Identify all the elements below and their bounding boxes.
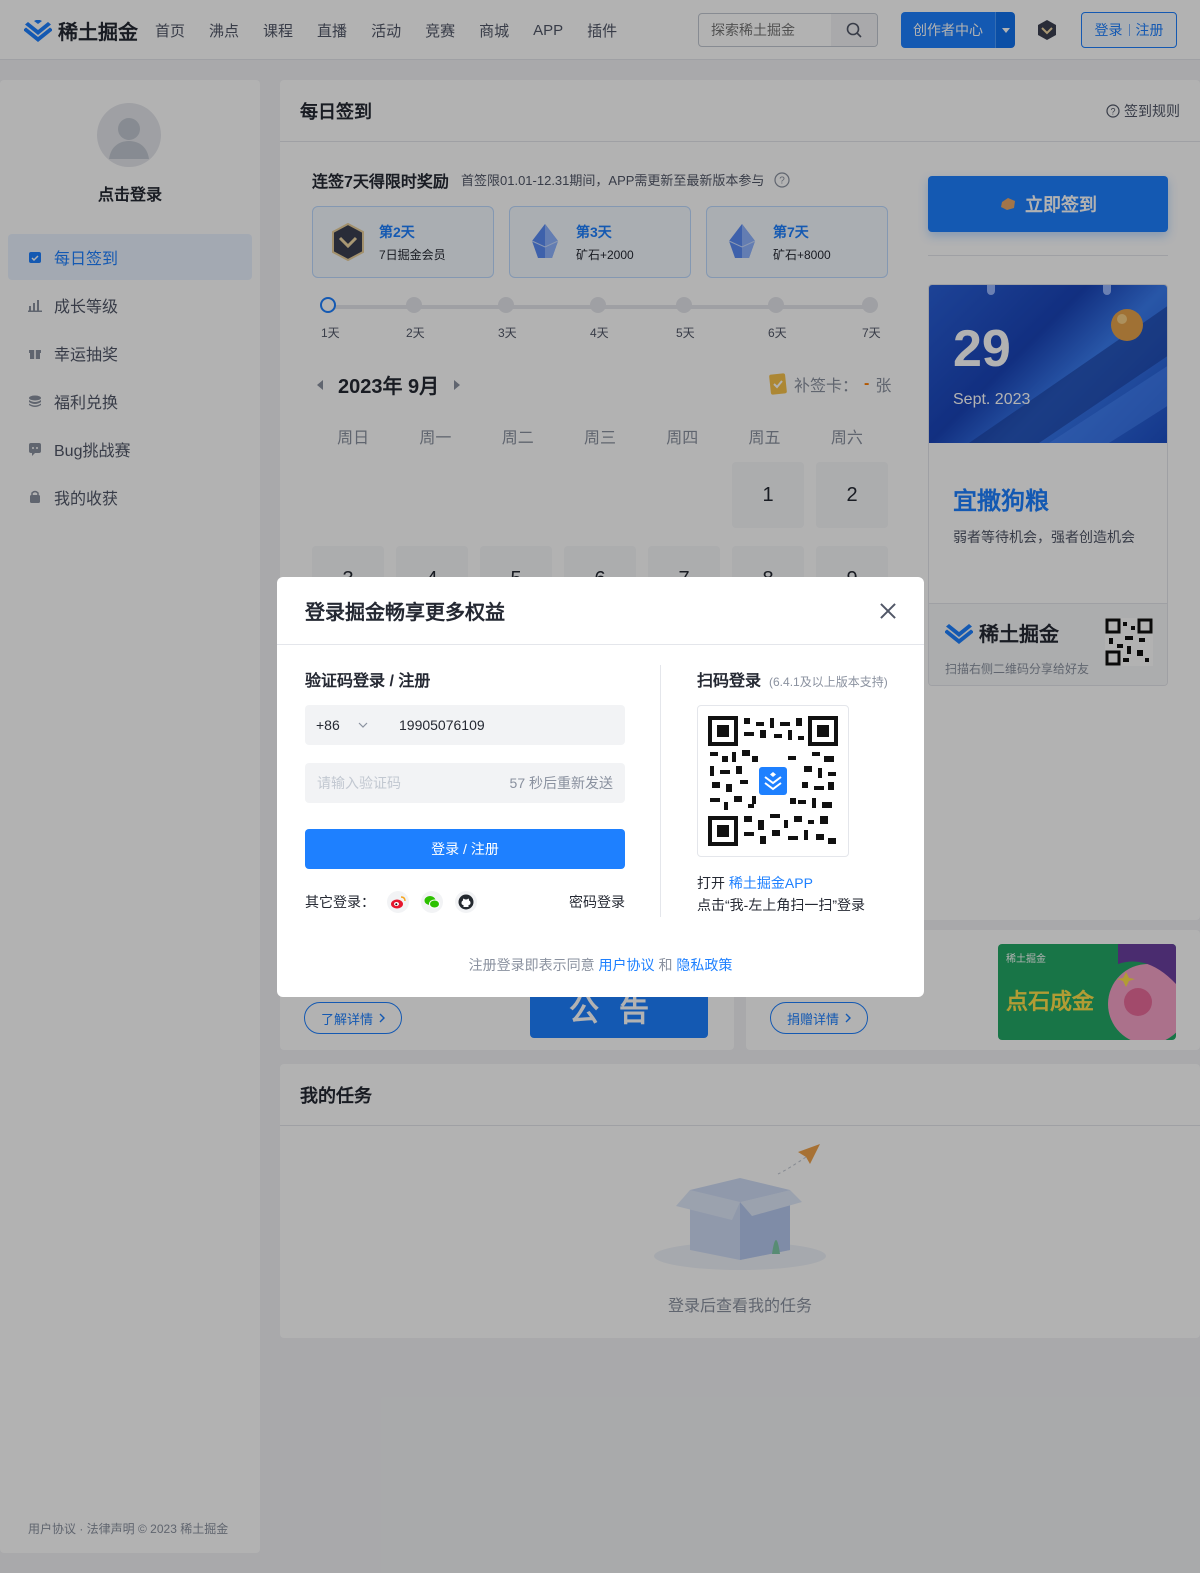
other-login-options: 其它登录：	[305, 891, 477, 913]
login-qr-code[interactable]	[697, 705, 849, 857]
agreement-line: 注册登录即表示同意 用户协议 和 隐私政策	[277, 955, 924, 975]
agree-prefix: 注册登录即表示同意	[468, 957, 595, 973]
sms-login-title: 验证码登录 / 注册	[305, 673, 431, 690]
verify-code-field: 57 秒后重新发送	[305, 763, 625, 803]
weibo-icon[interactable]	[387, 891, 409, 913]
login-modal: 登录掘金畅享更多权益 验证码登录 / 注册 +86 57 秒后重新发送 登录 /…	[277, 577, 924, 997]
other-login-row: 其它登录： 密码登录	[305, 891, 625, 913]
area-code-select[interactable]: +86	[305, 717, 387, 733]
wechat-icon[interactable]	[421, 891, 443, 913]
vertical-divider	[660, 665, 661, 917]
other-login-label: 其它登录：	[305, 894, 375, 910]
login-submit-button[interactable]: 登录 / 注册	[305, 829, 625, 869]
privacy-policy-link[interactable]: 隐私政策	[676, 957, 732, 973]
resend-countdown: 57 秒后重新发送	[509, 775, 613, 791]
close-icon[interactable]	[880, 603, 896, 619]
qr-code-image	[708, 716, 838, 846]
chevron-down-icon	[358, 722, 368, 728]
agree-and: 和	[658, 957, 673, 973]
verify-code-input[interactable]	[317, 775, 487, 791]
juejin-app-link[interactable]: 稀土掘金APP	[729, 875, 813, 891]
github-icon[interactable]	[455, 891, 477, 913]
password-login-link[interactable]: 密码登录	[569, 892, 625, 912]
modal-title: 登录掘金畅享更多权益	[305, 602, 505, 624]
qr-login-label: 扫码登录	[697, 673, 762, 690]
qr-open-app: 打开 稀土掘金APP	[697, 873, 813, 893]
qr-open-prefix: 打开	[697, 875, 725, 891]
user-agreement-link[interactable]: 用户协议	[599, 957, 655, 973]
phone-input[interactable]	[387, 717, 607, 733]
qr-version-note: (6.4.1及以上版本支持)	[769, 675, 888, 689]
modal-header: 登录掘金畅享更多权益	[277, 577, 924, 645]
phone-field: +86	[305, 705, 625, 745]
qr-scan-tip: 点击“我-左上角扫一扫”登录	[697, 897, 865, 913]
qr-login-title: 扫码登录 (6.4.1及以上版本支持)	[697, 667, 888, 691]
area-code: +86	[316, 717, 340, 733]
